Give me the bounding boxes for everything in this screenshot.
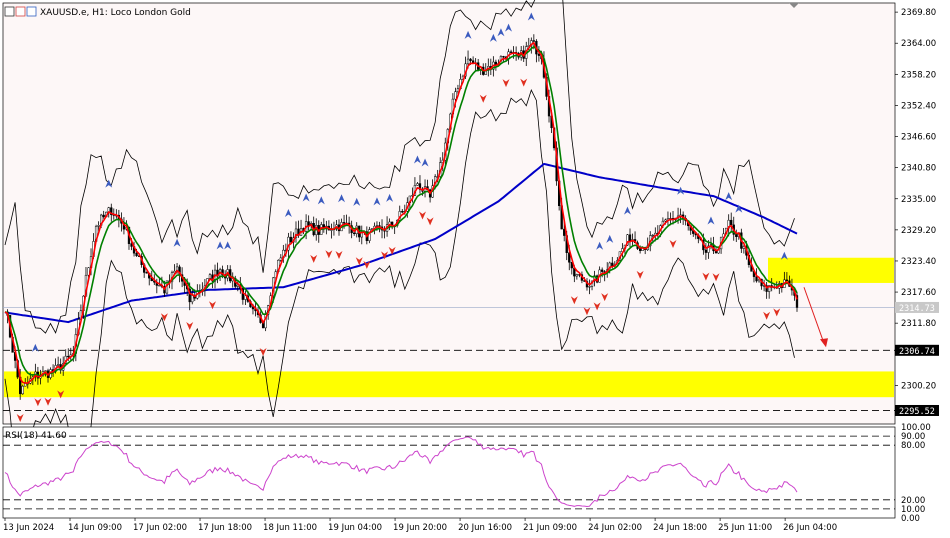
candle-body — [509, 51, 513, 53]
candle-body — [145, 272, 148, 274]
price-axis: 2369.80 2364.00 2358.20 2352.40 2346.60 2340.… — [895, 8, 936, 391]
x-tick-label-10: 24 Jun 02:00 — [588, 523, 642, 533]
chart-header: XAUUSD.e, H1: Loco London Gold — [4, 6, 191, 18]
symbol-title: XAUUSD.e, H1: Loco London Gold — [40, 8, 191, 18]
chart-canvas: 2306.74 2295.52 2369.80 2364.00 2358.20 2352… — [2, 0, 939, 533]
candle-body — [466, 58, 470, 65]
candle-body — [664, 219, 667, 222]
price-panel[interactable] — [2, 2, 896, 425]
candle-body — [24, 383, 27, 387]
y-tick-label-6: 2340.80 — [901, 164, 936, 174]
y-tick-label-7: 2335.00 — [901, 195, 936, 205]
candle-body — [638, 248, 642, 251]
candle-body — [730, 219, 733, 226]
candle-body — [342, 222, 346, 224]
y-tick-label-12: 2300.20 — [901, 381, 936, 391]
current-price-box: 2314.73 — [895, 301, 939, 314]
y-tick-label-1: 2369.80 — [901, 8, 936, 18]
rsi-tick-label-3: 80.00 — [901, 441, 925, 451]
candle-body — [532, 40, 535, 42]
x-tick-label-6: 19 Jun 04:00 — [328, 523, 382, 533]
x-tick-label-2: 14 Jun 09:00 — [68, 523, 122, 533]
rsi-tick-label-6: 0.00 — [901, 514, 920, 524]
x-tick-label-9: 21 Jun 09:00 — [523, 523, 577, 533]
candle-body — [537, 53, 541, 56]
candle-body — [588, 286, 591, 288]
y-tick-label-2: 2364.00 — [901, 39, 936, 49]
y-tick-label-5: 2346.60 — [901, 133, 936, 143]
candle-body — [401, 211, 404, 213]
x-tick-label-8: 20 Jun 16:00 — [458, 523, 512, 533]
x-tick-label-13: 26 Jun 04:00 — [783, 523, 837, 533]
time-axis: 13 Jun 2024 14 Jun 09:00 17 Jun 02:00 17 Ju… — [3, 518, 837, 533]
x-tick-label-11: 24 Jun 18:00 — [653, 523, 707, 533]
chart-type-icon[interactable] — [15, 6, 26, 17]
candle-body — [158, 285, 161, 287]
candle-body — [469, 58, 472, 61]
candle-body — [191, 295, 194, 303]
y-tick-label-11: 2311.80 — [901, 319, 936, 329]
price-panel-frame — [2, 2, 896, 425]
candle-body — [454, 91, 457, 100]
x-tick-label-12: 25 Jun 11:00 — [718, 523, 772, 533]
chart-period-icon[interactable] — [26, 6, 37, 17]
candle-body — [279, 257, 282, 261]
candle-body — [755, 276, 758, 282]
rsi-label: RSI(18) 41.60 — [5, 431, 67, 441]
candle-body — [208, 274, 212, 279]
x-tick-label-3: 17 Jun 02:00 — [133, 523, 187, 533]
candle-body — [289, 236, 293, 243]
candle-body — [611, 262, 614, 267]
candle-body — [416, 183, 419, 186]
current-price-label: 2314.73 — [899, 304, 935, 314]
x-tick-label-1: 13 Jun 2024 — [3, 523, 54, 533]
candle-body — [97, 225, 100, 227]
y-tick-label-10: 2317.60 — [901, 288, 936, 298]
level-label-2: 2295.52 — [899, 407, 935, 417]
candle-body — [67, 355, 70, 358]
candle-body — [102, 214, 105, 218]
x-tick-label-5: 18 Jun 11:00 — [263, 523, 317, 533]
y-tick-label-4: 2352.40 — [901, 101, 936, 111]
candle-body — [375, 225, 379, 227]
candle-body — [502, 56, 505, 58]
y-tick-label-8: 2329.20 — [901, 226, 936, 236]
candle-body — [785, 279, 789, 282]
candle-body — [735, 234, 738, 237]
y-tick-label-9: 2323.40 — [901, 257, 936, 267]
rsi-panel-frame — [2, 426, 896, 519]
x-tick-label-7: 19 Jun 20:00 — [393, 523, 447, 533]
candle-body — [135, 252, 138, 257]
level-label-1: 2306.74 — [899, 347, 935, 357]
candle-body — [21, 385, 24, 395]
candle-body — [575, 274, 579, 277]
candle-body — [563, 228, 566, 236]
candle-body — [651, 234, 654, 237]
candle-body — [56, 364, 60, 366]
candle-body — [353, 232, 356, 234]
candle-body — [628, 234, 632, 242]
y-tick-label-3: 2358.20 — [901, 70, 936, 80]
zone-1 — [4, 371, 894, 398]
candle-body — [601, 269, 604, 272]
x-tick-label-4: 17 Jun 18:00 — [198, 523, 252, 533]
chart-menu-icon[interactable] — [4, 6, 15, 17]
candle-body — [704, 249, 708, 253]
rsi-panel[interactable]: 100.0090.0080.0020.0010.000.00 — [2, 423, 931, 524]
